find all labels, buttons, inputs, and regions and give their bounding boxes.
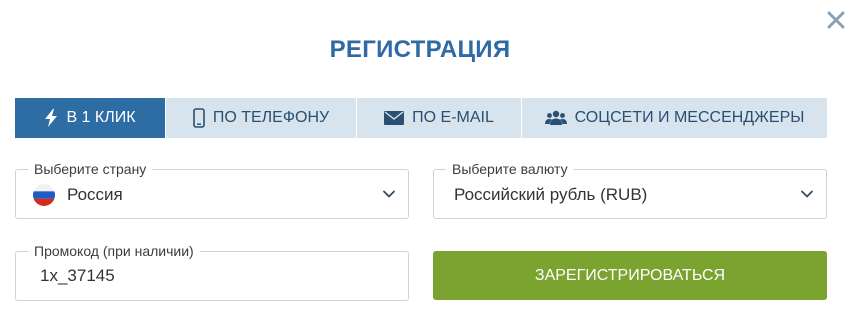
chevron-down-icon (800, 187, 814, 206)
phone-icon (193, 108, 205, 128)
currency-label: Выберите валюту (446, 161, 574, 177)
tab-label: ПО E-MAIL (412, 109, 494, 126)
promo-value: 1x_37145 (40, 266, 115, 285)
tab-label: СОЦСЕТИ И МЕССЕНДЖЕРЫ (574, 109, 805, 126)
tab-phone[interactable]: ПО ТЕЛЕФОНУ (166, 98, 357, 138)
people-icon (544, 110, 567, 126)
country-select[interactable]: Выберите страну Россия (15, 161, 409, 219)
envelope-icon (384, 111, 405, 125)
registration-modal: РЕГИСТРАЦИЯ В 1 КЛИК ПО ТЕЛЕФОНУ ПО E-MA… (0, 0, 856, 327)
lightning-icon (44, 109, 58, 127)
chevron-down-icon (382, 187, 396, 206)
tab-one-click[interactable]: В 1 КЛИК (15, 98, 166, 138)
register-label: ЗАРЕГИСТРИРОВАТЬСЯ (534, 266, 726, 284)
registration-tabs: В 1 КЛИК ПО ТЕЛЕФОНУ ПО E-MAIL СОЦСЕТИ И… (15, 98, 827, 138)
close-icon[interactable] (824, 8, 848, 32)
tab-label: В 1 КЛИК (66, 109, 136, 126)
modal-title: РЕГИСТРАЦИЯ (329, 36, 511, 63)
promo-code-input[interactable]: Промокод (при наличии) 1x_37145 (15, 243, 409, 301)
register-button[interactable]: ЗАРЕГИСТРИРОВАТЬСЯ (433, 251, 827, 300)
russia-flag-icon (33, 184, 55, 206)
tab-email[interactable]: ПО E-MAIL (357, 98, 522, 138)
country-label: Выберите страну (28, 161, 153, 177)
tab-social[interactable]: СОЦСЕТИ И МЕССЕНДЖЕРЫ (522, 98, 827, 138)
country-value: Россия (67, 185, 123, 204)
currency-select[interactable]: Выберите валюту Российский рубль (RUB) (433, 161, 827, 219)
tab-label: ПО ТЕЛЕФОНУ (212, 109, 330, 126)
currency-value: Российский рубль (RUB) (454, 185, 648, 204)
promo-label: Промокод (при наличии) (28, 243, 200, 259)
